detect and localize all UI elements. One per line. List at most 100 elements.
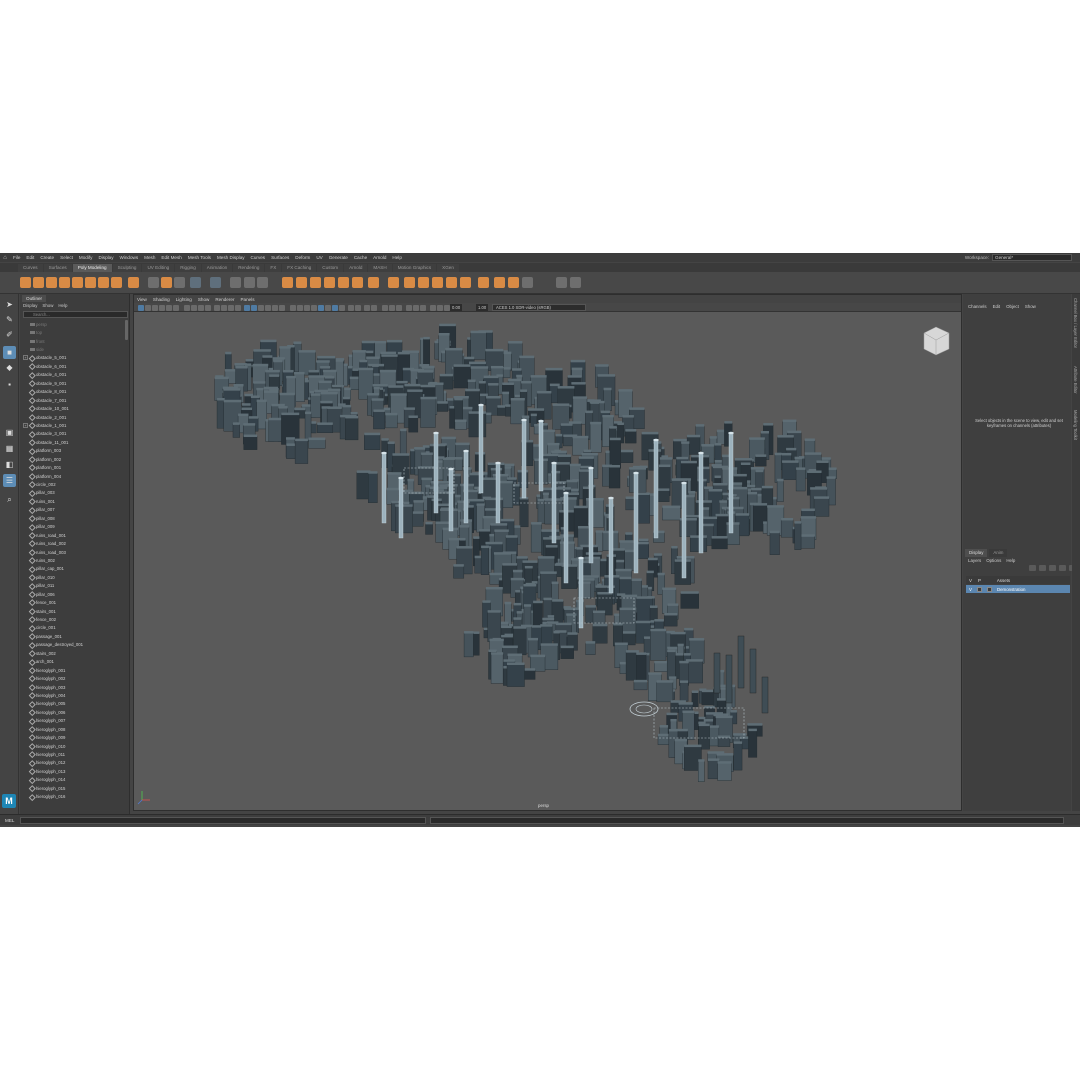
outliner-item[interactable]: obstacle_6_001 xyxy=(20,362,130,370)
outliner-item[interactable]: hieroglyph_005 xyxy=(20,700,130,708)
sculpt-icon[interactable] xyxy=(368,277,379,288)
shelf-tab-curves[interactable]: Curves xyxy=(18,264,43,272)
outliner-scrollbar[interactable] xyxy=(125,320,128,340)
viewport-tool-icon[interactable] xyxy=(290,304,296,311)
outliner-camera-item[interactable]: persp xyxy=(20,320,130,328)
outliner-item[interactable]: arch_001 xyxy=(20,658,130,666)
plane-icon[interactable] xyxy=(85,277,96,288)
viewport-menu-shading[interactable]: Shading xyxy=(153,297,170,302)
outliner-item[interactable]: pillar_006 xyxy=(20,590,130,598)
insert-loop-icon[interactable] xyxy=(404,277,415,288)
viewport-tool-icon[interactable] xyxy=(413,304,419,311)
cylinder-icon[interactable] xyxy=(46,277,57,288)
outliner-item[interactable]: obstacle_8_001 xyxy=(20,388,130,396)
select-tool-icon[interactable]: ➤ xyxy=(3,298,16,311)
expand-icon[interactable]: + xyxy=(23,355,28,361)
triangulate-icon[interactable] xyxy=(446,277,457,288)
scene-view[interactable] xyxy=(134,313,961,810)
menu-deform[interactable]: Deform xyxy=(292,255,313,260)
outliner-item[interactable]: hieroglyph_001 xyxy=(20,666,130,674)
viewport-tool-icon[interactable] xyxy=(364,304,370,311)
outliner-item[interactable]: ruins_001 xyxy=(20,497,130,505)
four-pane-icon[interactable]: ▦ xyxy=(3,442,16,455)
viewport-tool-icon[interactable] xyxy=(355,304,361,311)
viewport-tool-icon[interactable] xyxy=(166,304,172,311)
side-tab-channel-box-layer-editor[interactable]: Channel Box / Layer Editor xyxy=(1073,298,1078,348)
torus-icon[interactable] xyxy=(72,277,83,288)
outliner-item[interactable]: hieroglyph_012 xyxy=(20,759,130,767)
new-layer-icon[interactable] xyxy=(1049,565,1056,571)
layer-color-swatch[interactable] xyxy=(976,586,982,592)
sphere-icon[interactable] xyxy=(20,277,31,288)
menu-file[interactable]: File xyxy=(10,255,23,260)
home-icon[interactable]: ⌂ xyxy=(0,253,10,262)
quad-draw-icon[interactable] xyxy=(352,277,363,288)
channel-menu-edit[interactable]: Edit xyxy=(993,304,1001,311)
menu-help[interactable]: Help xyxy=(389,255,404,260)
outliner-item[interactable]: hieroglyph_009 xyxy=(20,733,130,741)
viewport-tool-icon[interactable] xyxy=(406,304,412,311)
search-icon[interactable]: ⌕ xyxy=(3,493,16,506)
cone-icon[interactable] xyxy=(59,277,70,288)
layer-menu-layers[interactable]: Layers xyxy=(968,558,981,563)
menu-uv[interactable]: UV xyxy=(313,255,325,260)
scale-tool-icon[interactable]: ▪ xyxy=(3,378,16,391)
multicut-icon[interactable] xyxy=(296,277,307,288)
separate-icon[interactable] xyxy=(174,277,185,288)
viewport-tool-icon[interactable] xyxy=(304,304,310,311)
svg-icon[interactable] xyxy=(148,277,159,288)
menu-display[interactable]: Display xyxy=(95,255,116,260)
target-weld-icon[interactable] xyxy=(310,277,321,288)
viewport-tool-icon[interactable] xyxy=(272,304,278,311)
combine-icon[interactable] xyxy=(161,277,172,288)
outliner-item[interactable]: + obstacle_5_001 xyxy=(20,354,130,362)
shelf-tab-animation[interactable]: Animation xyxy=(201,264,233,272)
gamma-field[interactable]: 1.00 xyxy=(476,304,489,311)
menu-cache[interactable]: Cache xyxy=(351,255,370,260)
outliner-camera-item[interactable]: front xyxy=(20,337,130,345)
viewport-tool-icon[interactable] xyxy=(235,304,241,311)
layer-menu-options[interactable]: Options xyxy=(986,558,1001,563)
extrude-icon[interactable] xyxy=(244,277,255,288)
viewport-tool-icon[interactable] xyxy=(159,304,165,311)
shelf-tab-mash[interactable]: MASH xyxy=(368,264,392,272)
viewport-tool-icon[interactable] xyxy=(348,304,354,311)
viewport-tool-icon[interactable] xyxy=(138,304,144,311)
outliner-item[interactable]: pillar_010 xyxy=(20,573,130,581)
expand-icon[interactable]: + xyxy=(23,422,28,428)
append-icon[interactable] xyxy=(324,277,335,288)
workspace-dropdown[interactable]: General* xyxy=(992,254,1072,261)
viewport-tool-icon[interactable] xyxy=(325,304,331,311)
outliner-item[interactable]: hieroglyph_003 xyxy=(20,683,130,691)
outliner-item[interactable]: platform_004 xyxy=(20,472,130,480)
lasso-tool-icon[interactable]: ✎ xyxy=(3,313,16,326)
command-input[interactable] xyxy=(20,817,426,824)
menu-create[interactable]: Create xyxy=(37,255,57,260)
unfold-icon[interactable] xyxy=(570,277,581,288)
outliner-item[interactable]: hieroglyph_004 xyxy=(20,691,130,699)
rotate-tool-icon[interactable]: ◆ xyxy=(3,361,16,374)
fill-hole-icon[interactable] xyxy=(338,277,349,288)
quadrangulate-icon[interactable] xyxy=(460,277,471,288)
outliner-item[interactable]: passage_001 xyxy=(20,632,130,640)
outliner-item[interactable]: ruins_road_003 xyxy=(20,548,130,556)
viewport-tool-icon[interactable] xyxy=(444,304,450,311)
layer-menu-help[interactable]: Help xyxy=(1006,558,1015,563)
layer-visibility-toggle[interactable]: V xyxy=(969,587,972,592)
channel-menu-object[interactable]: Object xyxy=(1006,304,1019,311)
two-pane-icon[interactable]: ◧ xyxy=(3,458,16,471)
menu-mesh-tools[interactable]: Mesh Tools xyxy=(185,255,214,260)
viewport-tool-icon[interactable] xyxy=(221,304,227,311)
move-layer-down-icon[interactable] xyxy=(1039,565,1046,571)
outliner-item[interactable]: hieroglyph_011 xyxy=(20,750,130,758)
color-space-dropdown[interactable]: ACES 1.0 SDR-video (sRGB) xyxy=(492,304,586,311)
viewport-tool-icon[interactable] xyxy=(279,304,285,311)
viewport-tool-icon[interactable] xyxy=(339,304,345,311)
bridge-icon[interactable] xyxy=(230,277,241,288)
paint-select-icon[interactable]: ✐ xyxy=(3,328,16,341)
outliner-item[interactable]: hieroglyph_008 xyxy=(20,725,130,733)
outliner-item[interactable]: hieroglyph_013 xyxy=(20,767,130,775)
viewport-tool-icon[interactable] xyxy=(265,304,271,311)
outliner-camera-item[interactable]: side xyxy=(20,345,130,353)
menu-surfaces[interactable]: Surfaces xyxy=(268,255,292,260)
